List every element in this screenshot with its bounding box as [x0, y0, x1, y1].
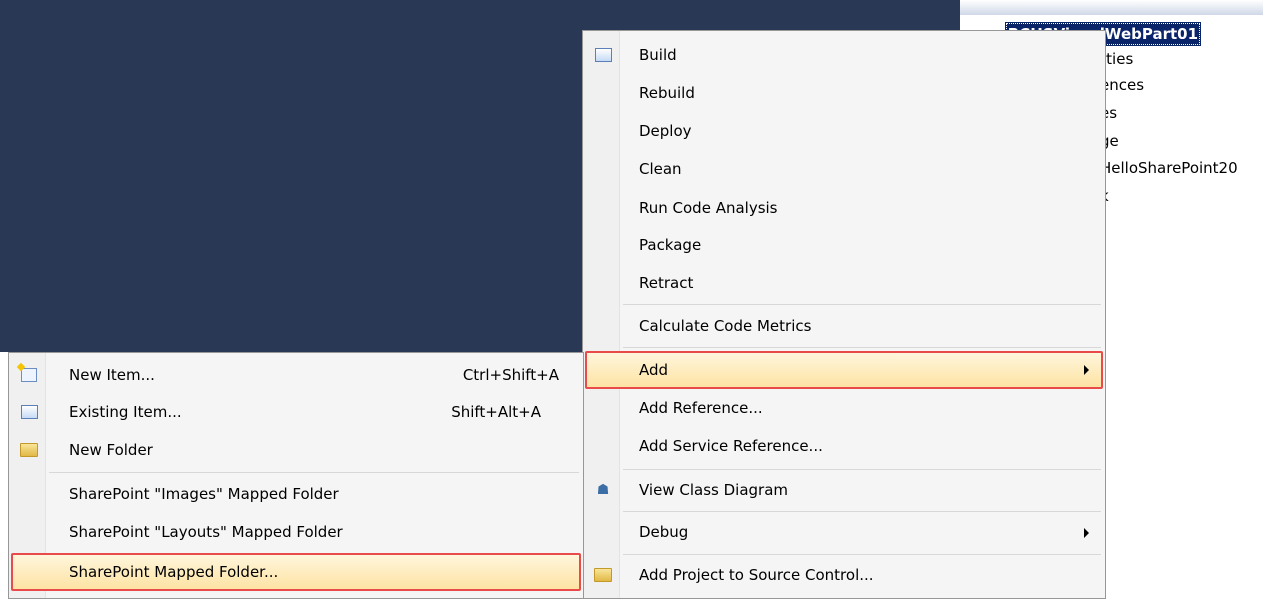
menu-item-existing-item[interactable]: Existing Item... Shift+Alt+A [11, 394, 581, 431]
menu-separator [623, 347, 1101, 348]
menu-item-label: Rebuild [639, 84, 695, 102]
menu-item-label: Add Service Reference... [639, 437, 823, 455]
menu-separator [623, 554, 1101, 555]
existing-item-icon [19, 403, 39, 421]
new-folder-icon [19, 441, 39, 459]
menu-item-sharepoint-mapped-folder[interactable]: SharePoint Mapped Folder... [11, 553, 581, 591]
source-control-icon [593, 566, 613, 584]
solution-explorer-header [960, 0, 1263, 15]
menu-item-label: Clean [639, 160, 682, 178]
menu-separator [623, 511, 1101, 512]
menu-item-retract[interactable]: Retract [585, 265, 1103, 302]
project-context-menu: Build Rebuild Deploy Clean Run Code Anal… [582, 30, 1106, 599]
menu-item-label: Add Project to Source Control... [639, 566, 874, 584]
menu-item-label: SharePoint Mapped Folder... [69, 563, 279, 581]
menu-item-label: Calculate Code Metrics [639, 317, 812, 335]
menu-item-label: Build [639, 46, 677, 64]
menu-item-label: Package [639, 236, 702, 254]
menu-item-label: Add Reference... [639, 399, 763, 417]
menu-item-calculate-code-metrics[interactable]: Calculate Code Metrics [585, 308, 1103, 345]
menu-separator [623, 469, 1101, 470]
menu-item-sharepoint-images-mapped-folder[interactable]: SharePoint "Images" Mapped Folder [11, 476, 581, 513]
menu-item-shortcut: Shift+Alt+A [451, 403, 541, 421]
submenu-arrow-icon [1084, 528, 1089, 538]
menu-item-clean[interactable]: Clean [585, 151, 1103, 188]
menu-item-sharepoint-layouts-mapped-folder[interactable]: SharePoint "Layouts" Mapped Folder [11, 514, 581, 551]
menu-item-label: Existing Item... [69, 403, 182, 421]
menu-item-label: Add [639, 361, 669, 379]
menu-item-label: Deploy [639, 122, 692, 140]
menu-item-label: Retract [639, 274, 694, 292]
add-submenu: New Item... Ctrl+Shift+A Existing Item..… [8, 352, 584, 599]
tree-item-references[interactable]: ences [1100, 74, 1144, 97]
menu-item-label: Debug [639, 523, 689, 541]
menu-item-package[interactable]: Package [585, 227, 1103, 264]
menu-item-label: SharePoint "Images" Mapped Folder [69, 485, 339, 503]
menu-item-label: Run Code Analysis [639, 199, 778, 217]
menu-separator [49, 472, 579, 473]
menu-item-label: New Item... [69, 366, 155, 384]
menu-separator [623, 304, 1101, 305]
build-icon [593, 46, 613, 64]
menu-item-label: View Class Diagram [639, 481, 788, 499]
menu-item-label: SharePoint "Layouts" Mapped Folder [69, 523, 343, 541]
menu-item-label: New Folder [69, 441, 153, 459]
menu-item-view-class-diagram[interactable]: ☗ View Class Diagram [585, 472, 1103, 509]
menu-item-new-folder[interactable]: New Folder [11, 432, 581, 469]
menu-item-rebuild[interactable]: Rebuild [585, 75, 1103, 112]
tree-item-hellosharepoint[interactable]: HelloSharePoint20 [1100, 157, 1238, 180]
menu-item-add[interactable]: Add [585, 351, 1103, 389]
menu-item-shortcut: Ctrl+Shift+A [462, 366, 559, 384]
menu-item-build[interactable]: Build [585, 37, 1103, 74]
menu-item-debug[interactable]: Debug [585, 514, 1103, 551]
class-diagram-icon: ☗ [596, 482, 610, 498]
new-item-icon [19, 366, 39, 384]
menu-item-add-service-reference[interactable]: Add Service Reference... [585, 428, 1103, 465]
menu-item-new-item[interactable]: New Item... Ctrl+Shift+A [11, 357, 581, 394]
menu-item-add-project-to-source-control[interactable]: Add Project to Source Control... [585, 557, 1103, 594]
submenu-arrow-icon [1084, 365, 1089, 375]
menu-item-deploy[interactable]: Deploy [585, 113, 1103, 150]
menu-item-add-reference[interactable]: Add Reference... [585, 390, 1103, 427]
menu-item-run-code-analysis[interactable]: Run Code Analysis [585, 190, 1103, 227]
